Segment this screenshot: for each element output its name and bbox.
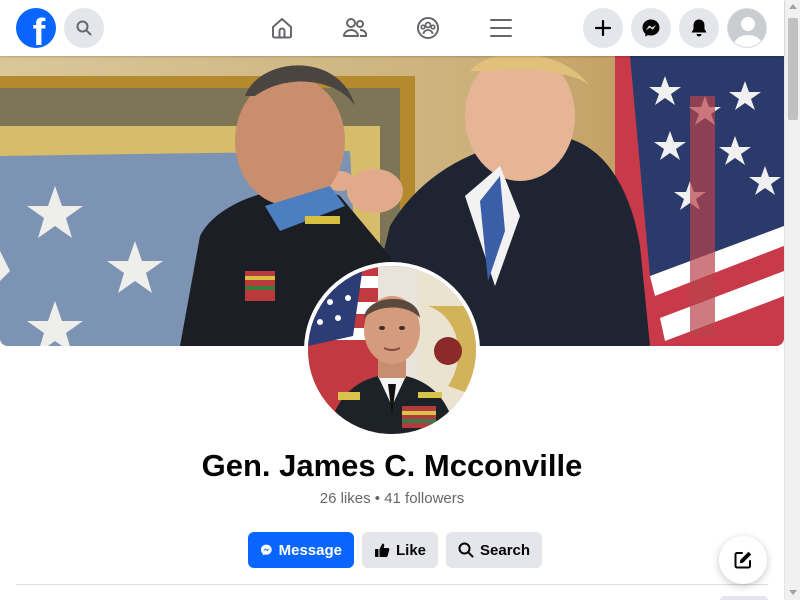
nav-menu[interactable] <box>485 12 517 44</box>
search-button[interactable] <box>64 8 104 48</box>
like-button[interactable]: Like <box>362 532 439 568</box>
compose-icon <box>734 551 752 569</box>
home-icon <box>272 18 292 39</box>
scrollbar-thumb[interactable] <box>788 18 798 120</box>
tab-strip-edge <box>720 596 768 600</box>
profile-actions: Message Like Search <box>248 532 543 568</box>
profile-picture[interactable] <box>304 262 480 438</box>
profile-photo-image <box>308 266 476 434</box>
facebook-logo-letter: f <box>32 12 46 48</box>
new-message-button[interactable] <box>719 536 767 584</box>
page-stats[interactable]: 26 likes • 41 followers <box>0 490 784 507</box>
search-icon <box>76 20 92 36</box>
search-button-label: Search <box>480 541 531 559</box>
page-scrollbar[interactable] <box>784 0 800 600</box>
section-divider <box>16 584 768 585</box>
top-navigation-bar: f <box>0 0 784 56</box>
messenger-button[interactable] <box>631 8 671 48</box>
messenger-icon <box>260 544 272 556</box>
plus-icon <box>595 20 611 36</box>
search-icon <box>458 542 474 558</box>
groups-icon <box>417 17 439 39</box>
scroll-up-arrow[interactable] <box>789 4 797 9</box>
notifications-button[interactable] <box>679 8 719 48</box>
create-button[interactable] <box>583 8 623 48</box>
avatar-icon <box>728 9 766 47</box>
menu-icon <box>490 19 512 37</box>
nav-groups[interactable] <box>412 12 444 44</box>
friends-icon <box>343 18 368 37</box>
facebook-logo[interactable]: f <box>16 8 56 48</box>
page-title: Gen. James C. Mcconville <box>201 448 583 483</box>
account-avatar-button[interactable] <box>727 8 767 48</box>
nav-home[interactable] <box>266 12 298 44</box>
message-button[interactable]: Message <box>248 532 354 568</box>
nav-friends[interactable] <box>339 12 371 44</box>
like-button-label: Like <box>396 541 427 559</box>
message-button-label: Message <box>278 541 342 559</box>
bell-icon <box>691 19 707 37</box>
thumbs-up-icon <box>375 543 390 557</box>
search-page-button[interactable]: Search <box>446 532 543 568</box>
scroll-down-arrow[interactable] <box>789 590 797 595</box>
messenger-icon <box>642 19 660 37</box>
